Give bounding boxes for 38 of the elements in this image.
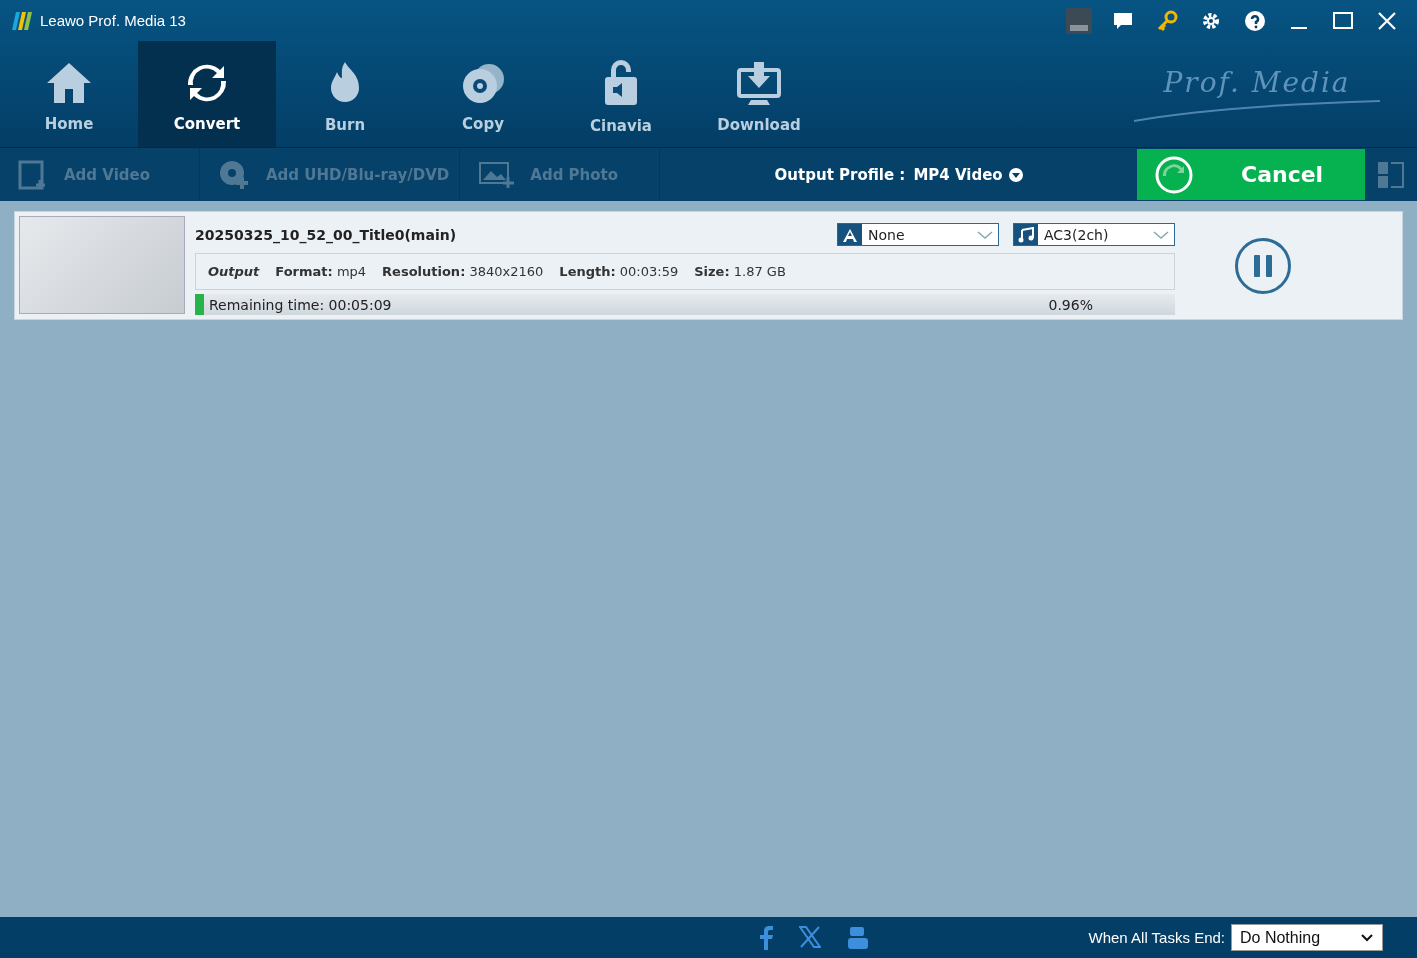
image-add-icon <box>478 160 515 189</box>
nav-tab[interactable]: Convert <box>138 41 276 147</box>
output-field: Resolution: 3840x2160 <box>382 264 544 280</box>
music-note-icon <box>1018 226 1034 243</box>
output-field: Length: 00:03:59 <box>559 264 679 280</box>
unlocked-padlock-icon <box>603 58 639 107</box>
output-label: Output <box>208 264 260 280</box>
window-title: Leawo Prof. Media 13 <box>40 12 186 29</box>
disc-add-icon <box>218 158 250 191</box>
facebook-icon[interactable] <box>759 925 774 950</box>
pause-button[interactable] <box>1235 238 1291 294</box>
task-title: 20250325_10_52_00_Title0(main) <box>195 226 458 243</box>
remaining-time: Remaining time: 00:05:09 <box>209 296 393 313</box>
nav-tab[interactable]: Burn <box>276 41 414 147</box>
nav-tab[interactable]: Download <box>690 41 828 147</box>
nav-tab[interactable]: Copy <box>414 41 552 147</box>
app-logo-icon <box>12 11 32 30</box>
output-field: Size: 1.87 GB <box>694 264 786 280</box>
subtitle-dropdown[interactable]: None <box>837 223 999 247</box>
chevron-down-icon <box>1360 932 1374 943</box>
x-logo-icon[interactable] <box>799 925 822 950</box>
audio-dropdown[interactable]: AC3(2ch) <box>1013 223 1175 247</box>
progress-percent: 0.96% <box>1048 296 1093 313</box>
output-profile-label: Output Profile : <box>774 165 906 184</box>
chevron-down-icon <box>1152 229 1170 240</box>
chevron-down-icon <box>976 229 994 240</box>
subtitle-icon <box>842 227 858 242</box>
nav-tab[interactable]: Home <box>0 41 138 147</box>
caret-down-icon <box>1008 167 1023 182</box>
nav-tab[interactable]: Cinavia <box>552 41 690 147</box>
tasks-end-label: When All Tasks End: <box>1088 929 1225 946</box>
film-add-icon <box>18 159 48 190</box>
house-icon <box>45 60 93 105</box>
output-field: Format: mp4 <box>275 264 367 280</box>
output-profile-dropdown[interactable]: MP4 Video <box>913 165 1023 184</box>
brand-logo: Prof. Media <box>1163 65 1351 99</box>
download-monitor-icon <box>737 59 781 106</box>
tasks-end-dropdown[interactable]: Do Nothing <box>1231 924 1383 951</box>
